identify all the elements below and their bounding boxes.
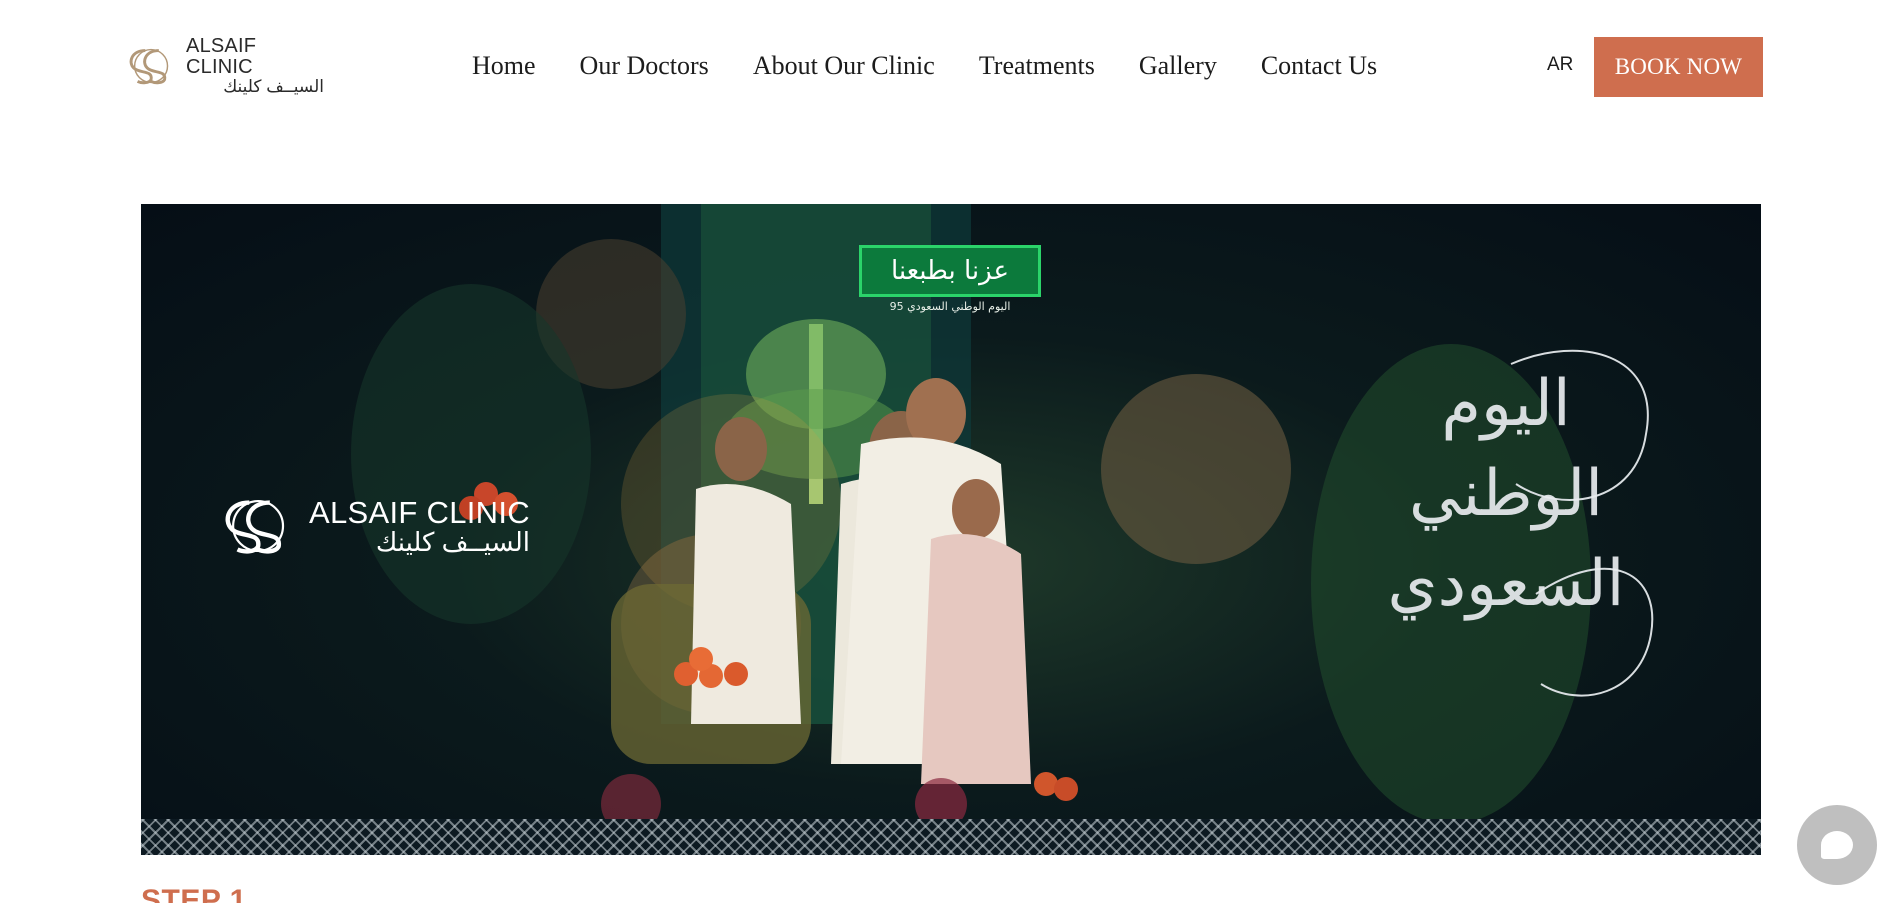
- alsaif-logo-mark-icon: [129, 48, 169, 85]
- alsaif-logo-mark-icon: [225, 499, 285, 554]
- logo-name-en: ALSAIF CLINIC: [186, 35, 257, 78]
- nav-about-our-clinic[interactable]: About Our Clinic: [753, 51, 935, 81]
- nav-contact-us[interactable]: Contact Us: [1261, 51, 1377, 81]
- nav-treatments[interactable]: Treatments: [979, 51, 1095, 81]
- chat-bubble-icon: [1821, 831, 1853, 859]
- nav-gallery[interactable]: Gallery: [1139, 51, 1217, 81]
- banner-logo: ALSAIF CLINIC السيــف كلينك: [217, 496, 530, 556]
- logo-name-ar: السيــف كلينك: [223, 77, 324, 96]
- chat-button[interactable]: [1797, 805, 1877, 885]
- badge-title: عزنا بطبعنا: [859, 245, 1041, 297]
- nav-our-doctors[interactable]: Our Doctors: [580, 51, 709, 81]
- badge-subtitle: اليوم الوطني السعودي 95: [889, 300, 1011, 313]
- main-nav: Home Our Doctors About Our Clinic Treatm…: [472, 48, 1377, 84]
- national-day-badge: عزنا بطبعنا اليوم الوطني السعودي 95: [859, 245, 1041, 315]
- banner-pattern-border: [141, 819, 1761, 855]
- banner-logo-name-en: ALSAIF CLINIC: [309, 494, 530, 530]
- national-day-calligraphy: اليوم الوطني السعودي 95: [1386, 359, 1626, 621]
- banner-logo-name-ar: السيــف كلينك: [375, 526, 530, 557]
- book-now-button[interactable]: BOOK NOW: [1594, 37, 1763, 97]
- site-logo[interactable]: ALSAIF CLINIC السيــف كلينك: [124, 36, 324, 96]
- national-day-text: اليوم الوطني السعودي: [1387, 367, 1625, 621]
- nav-home[interactable]: Home: [472, 51, 536, 81]
- language-toggle[interactable]: AR: [1547, 54, 1573, 76]
- step-heading: STEP 1: [141, 884, 247, 903]
- hero-banner: ALSAIF CLINIC السيــف كلينك عزنا بطبعنا …: [141, 204, 1761, 855]
- site-header: ALSAIF CLINIC السيــف كلينك Home Our Doc…: [0, 0, 1898, 135]
